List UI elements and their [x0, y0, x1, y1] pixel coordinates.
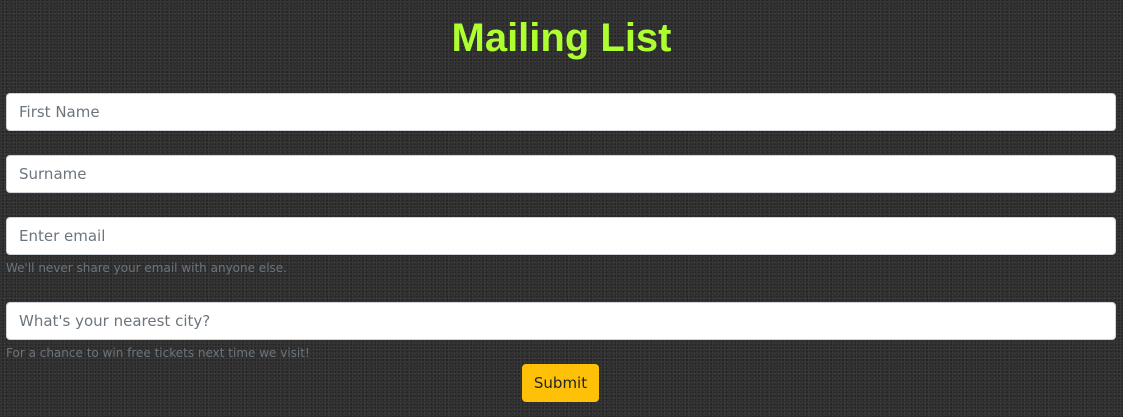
- city-group: For a chance to win free tickets next ti…: [6, 302, 1116, 360]
- city-help-text: For a chance to win free tickets next ti…: [6, 346, 310, 360]
- surname-group: [6, 155, 1116, 193]
- email-input[interactable]: [6, 217, 1116, 255]
- surname-input[interactable]: [6, 155, 1116, 193]
- email-group: We'll never share your email with anyone…: [6, 217, 1116, 275]
- first-name-group: [6, 93, 1116, 131]
- first-name-input[interactable]: [6, 93, 1116, 131]
- email-help-text: We'll never share your email with anyone…: [6, 261, 287, 275]
- page-title: Mailing List: [451, 16, 672, 60]
- submit-button[interactable]: Submit: [522, 364, 599, 402]
- city-input[interactable]: [6, 302, 1116, 340]
